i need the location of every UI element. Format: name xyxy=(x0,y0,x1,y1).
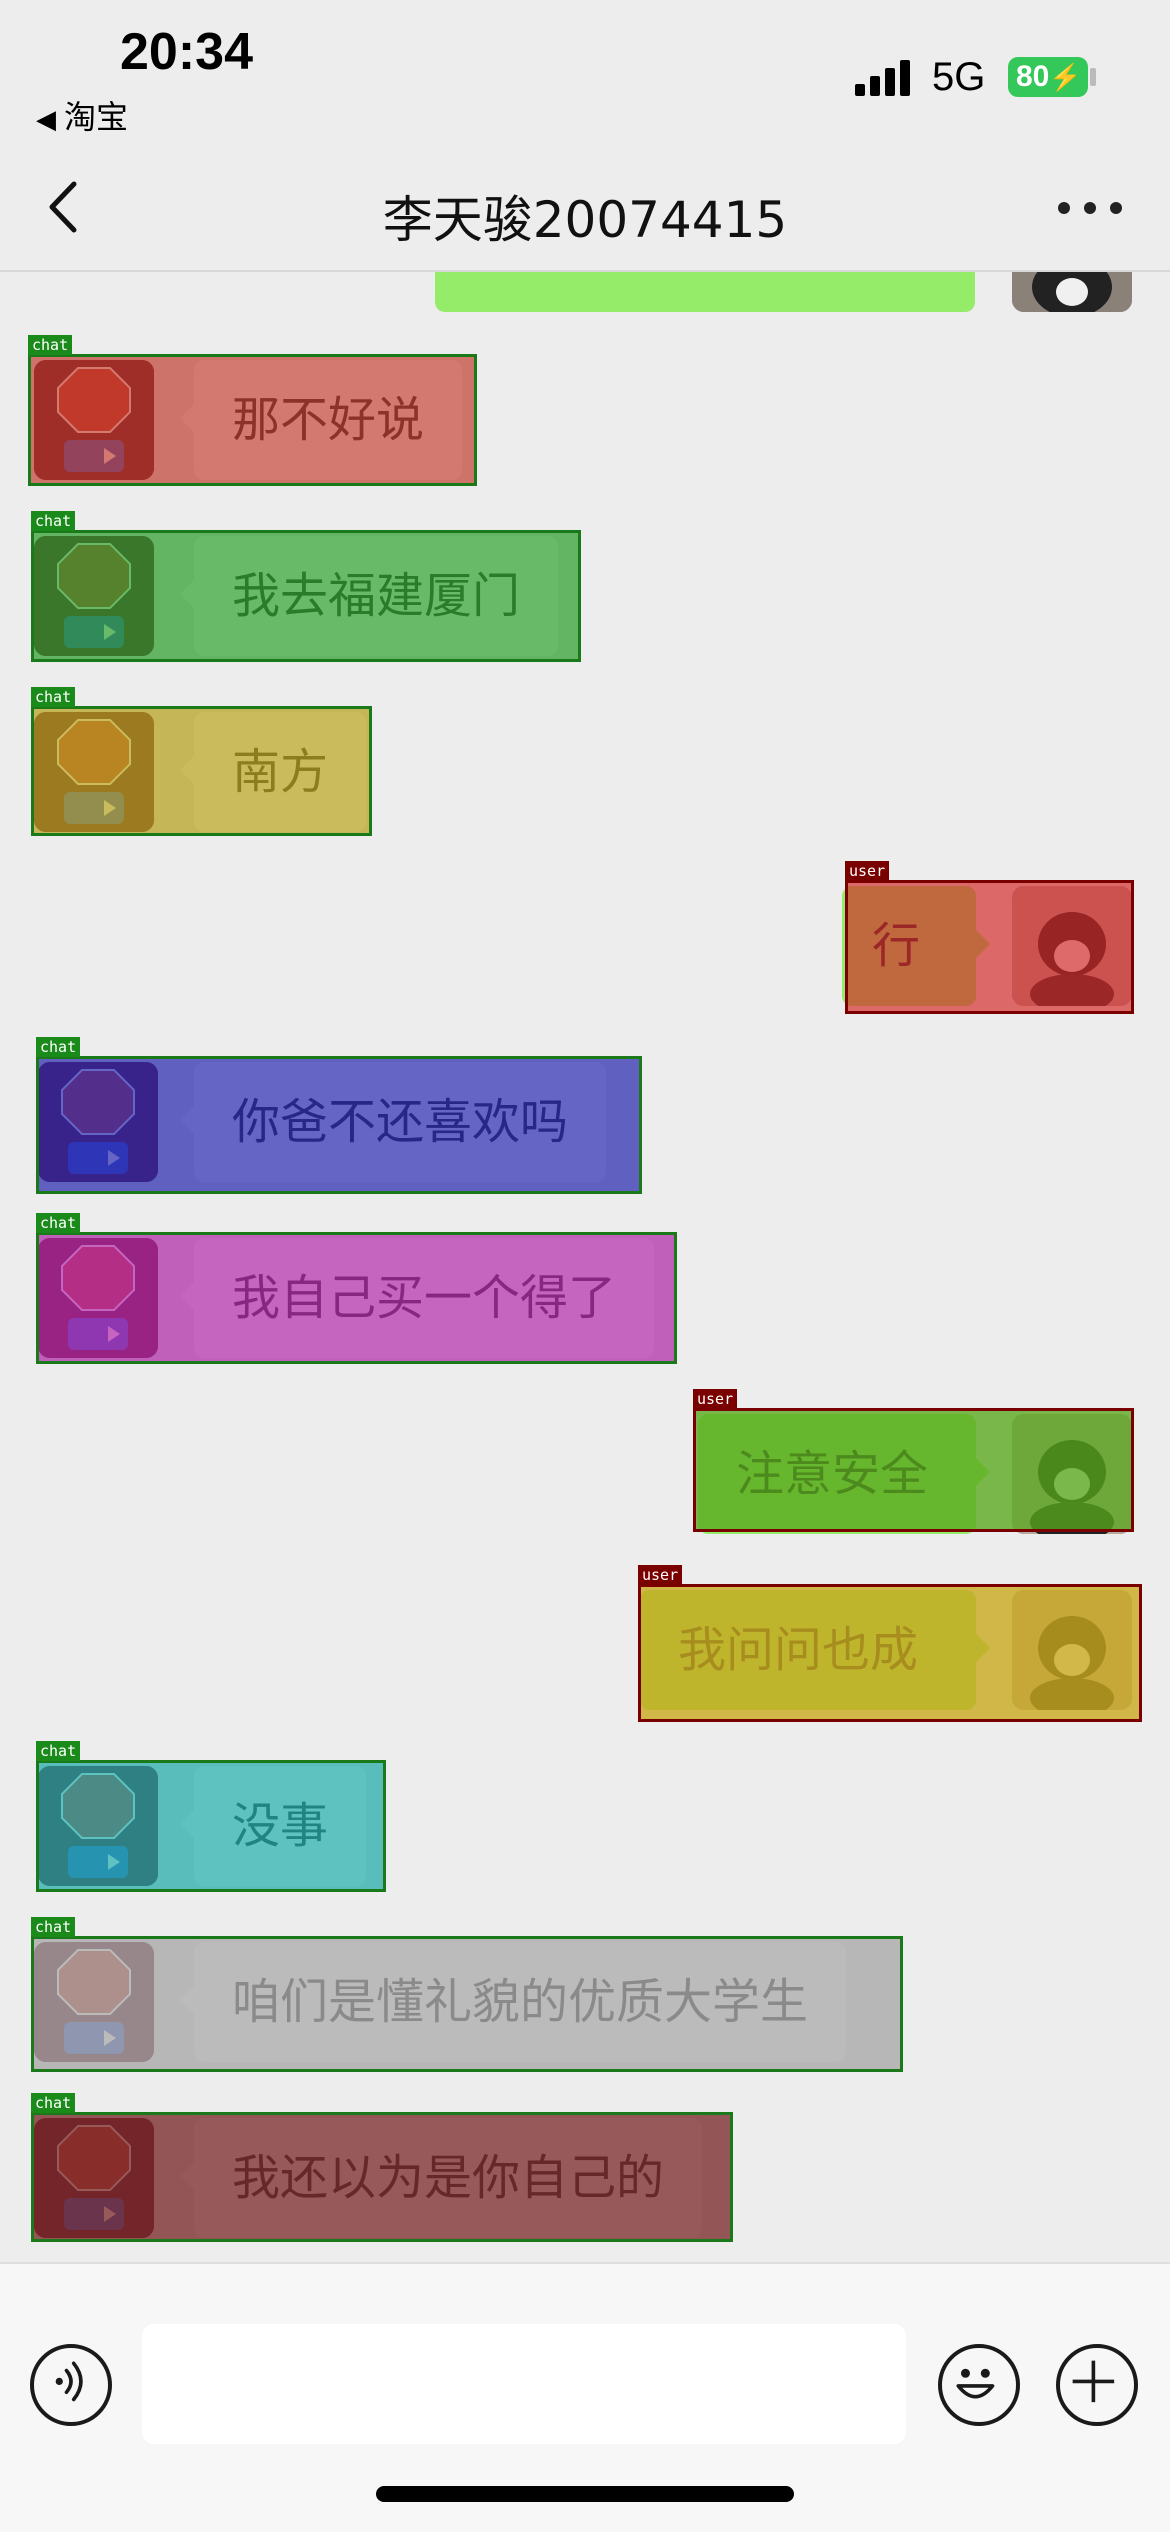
annotation-tag: user xyxy=(693,1389,738,1409)
contact-avatar[interactable] xyxy=(38,1062,158,1182)
contact-avatar[interactable] xyxy=(38,1238,158,1358)
message-bubble[interactable] xyxy=(435,272,975,312)
message-row: 咱们是懂礼貌的优质大学生 chat xyxy=(0,1917,1170,2072)
message-row: 没事 chat xyxy=(0,1741,1170,1892)
message-bubble[interactable]: 行 xyxy=(842,886,990,1006)
contact-avatar[interactable] xyxy=(34,2118,154,2238)
message-bubble[interactable]: 注意安全 xyxy=(698,1414,990,1534)
message-bubble[interactable]: 我自己买一个得了 xyxy=(179,1238,655,1358)
contact-avatar[interactable] xyxy=(38,1766,158,1886)
chat-list[interactable]: 那不好说 chat 我去福建厦门 chat 南方 chat 行 user 你爸不… xyxy=(0,272,1170,2262)
annotation-tag: chat xyxy=(36,1037,81,1057)
message-row: 我还以为是你自己的 chat xyxy=(0,2093,1170,2242)
annotation-tag: chat xyxy=(31,1917,76,1937)
status-bar: 20:34 ◀ 淘宝 5G 80⚡ xyxy=(0,0,1170,140)
message-row xyxy=(0,272,1170,312)
charging-icon: ⚡ xyxy=(1049,62,1082,92)
annotation-tag: chat xyxy=(36,1213,81,1233)
battery-level: 80 xyxy=(1016,60,1050,93)
battery-icon: 80⚡ xyxy=(1008,57,1088,97)
annotation-tag: user xyxy=(638,1565,683,1585)
network-label: 5G xyxy=(932,55,986,99)
message-row: 我自己买一个得了 chat xyxy=(0,1213,1170,1364)
message-row: 注意安全 user xyxy=(0,1389,1170,1534)
annotation-tag: chat xyxy=(36,1741,81,1761)
message-bubble[interactable]: 我去福建厦门 xyxy=(179,536,559,656)
user-avatar[interactable] xyxy=(1012,1414,1132,1534)
message-input[interactable] xyxy=(142,2324,906,2444)
user-avatar[interactable] xyxy=(1012,272,1132,312)
voice-icon[interactable] xyxy=(30,2344,112,2426)
chat-title: 李天骏20074415 xyxy=(382,191,788,249)
plus-icon[interactable] xyxy=(1056,2344,1138,2426)
annotation-tag: chat xyxy=(31,2093,76,2113)
message-bubble[interactable]: 我还以为是你自己的 xyxy=(179,2118,703,2238)
contact-avatar[interactable] xyxy=(34,536,154,656)
message-bubble[interactable]: 我问问也成 xyxy=(640,1590,990,1710)
signal-icon xyxy=(855,60,915,96)
back-app-label: 淘宝 xyxy=(64,98,129,136)
annotation-tag: chat xyxy=(28,335,73,355)
user-avatar[interactable] xyxy=(1012,886,1132,1006)
home-indicator[interactable] xyxy=(376,2486,794,2502)
message-bubble[interactable]: 没事 xyxy=(179,1766,367,1886)
nav-bar: 李天骏20074415 xyxy=(0,140,1170,272)
message-bubble[interactable]: 那不好说 xyxy=(179,360,463,480)
message-row: 那不好说 chat xyxy=(0,335,1170,486)
contact-avatar[interactable] xyxy=(34,712,154,832)
back-to-app[interactable]: ◀ 淘宝 xyxy=(36,92,128,138)
message-row: 我去福建厦门 chat xyxy=(0,511,1170,662)
annotation-tag: user xyxy=(845,861,890,881)
battery-cap xyxy=(1090,68,1096,86)
contact-avatar[interactable] xyxy=(34,1942,154,2062)
message-row: 你爸不还喜欢吗 chat xyxy=(0,1037,1170,1194)
message-bubble[interactable]: 你爸不还喜欢吗 xyxy=(179,1062,607,1182)
message-bubble[interactable]: 南方 xyxy=(179,712,367,832)
back-triangle-icon: ◀ xyxy=(36,105,56,135)
message-row: 南方 chat xyxy=(0,687,1170,836)
message-bubble[interactable]: 咱们是懂礼貌的优质大学生 xyxy=(179,1942,847,2062)
message-row: 我问问也成 user xyxy=(0,1565,1170,1722)
annotation-tag: chat xyxy=(31,687,76,707)
contact-avatar[interactable] xyxy=(34,360,154,480)
status-time: 20:34 xyxy=(120,23,253,81)
annotation-tag: chat xyxy=(31,511,76,531)
user-avatar[interactable] xyxy=(1012,1590,1132,1710)
message-row: 行 user xyxy=(0,861,1170,1014)
emoji-icon[interactable] xyxy=(938,2344,1020,2426)
more-dots-icon[interactable] xyxy=(1050,180,1130,230)
